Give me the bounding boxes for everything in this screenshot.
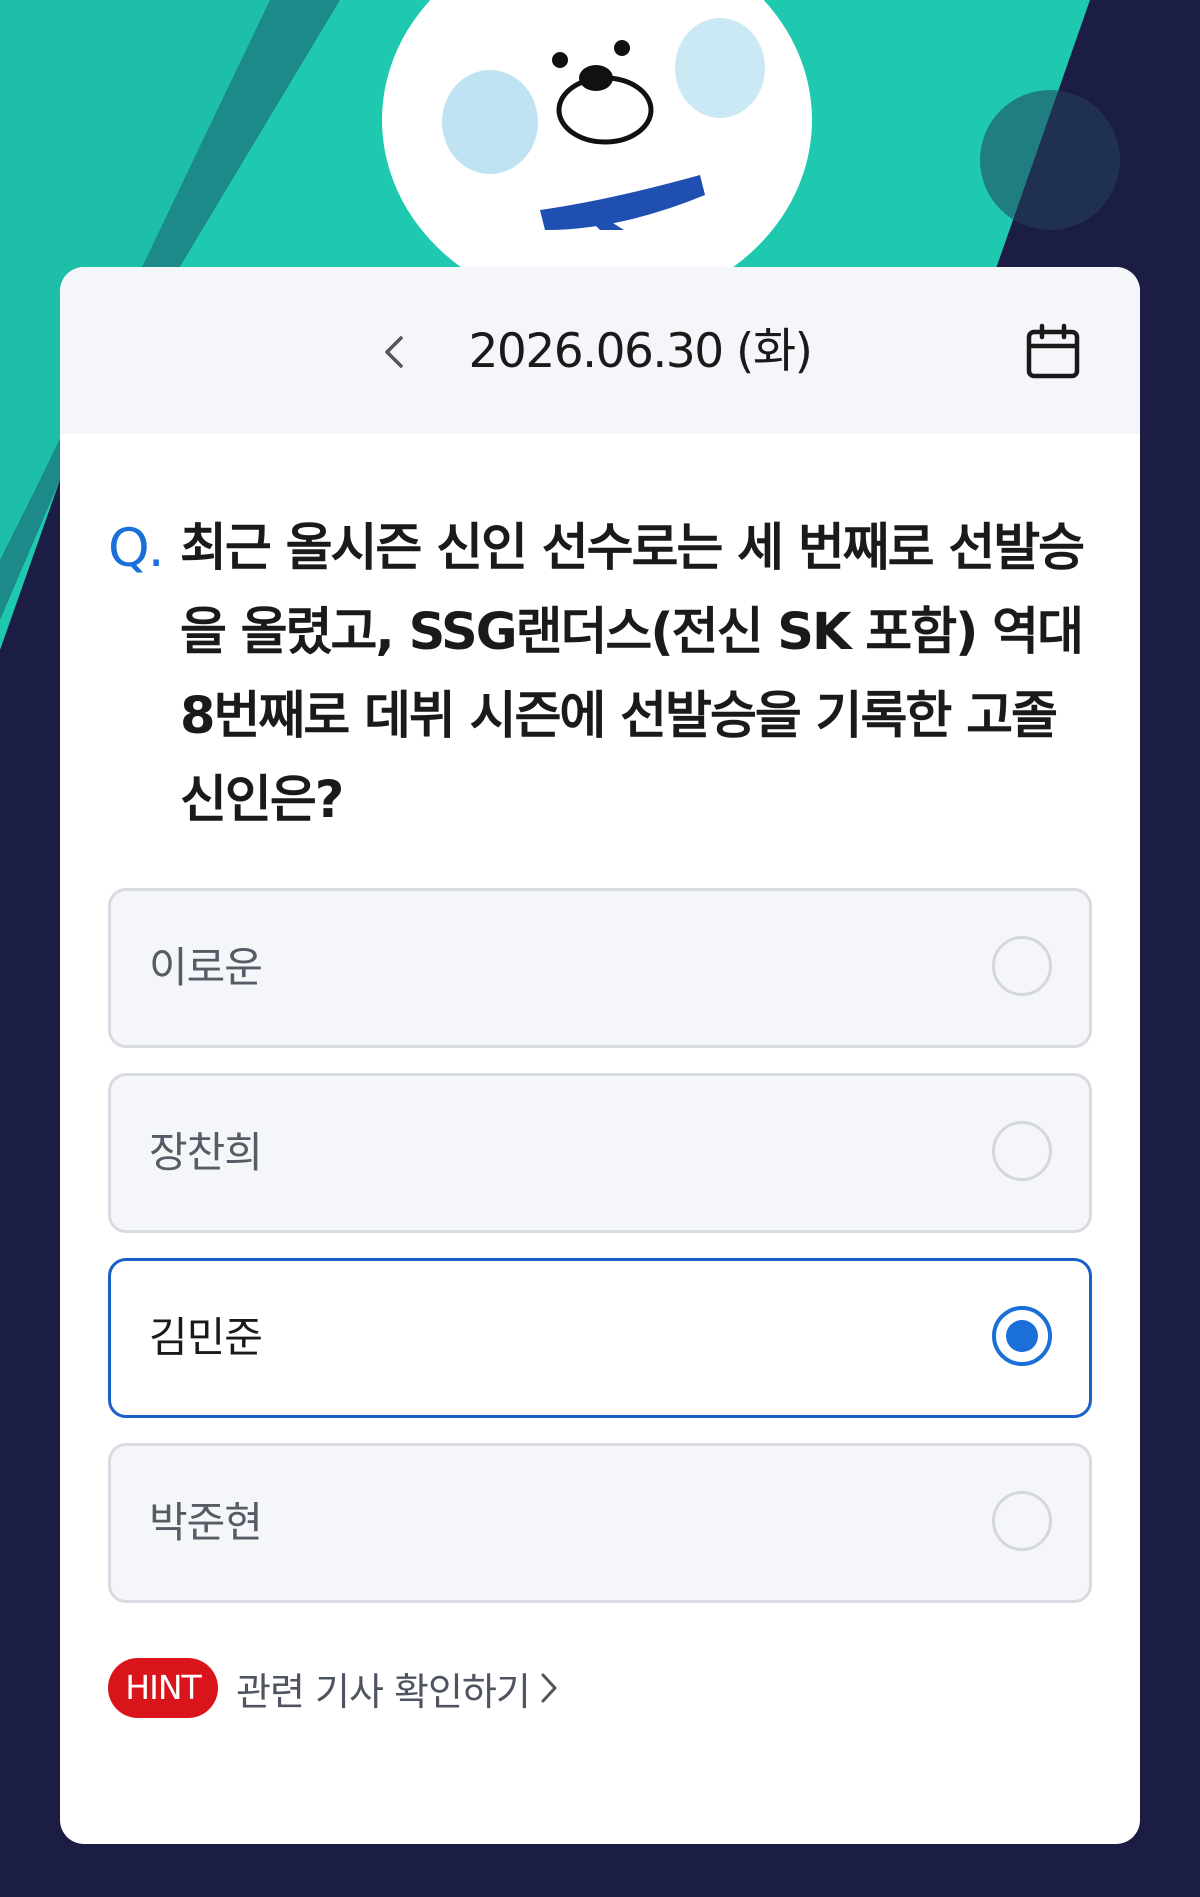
question-mark-label: Q.	[108, 518, 165, 579]
quiz-card: 2026.06.30 (화) Q. 최근 올시즌 신인 선수로는 세 번째로 선…	[60, 267, 1140, 1844]
calendar-icon	[1026, 323, 1080, 379]
question: Q. 최근 올시즌 신인 선수로는 세 번째로 선발승을 올렸고, SSG랜더스…	[108, 507, 1108, 843]
radio-button-selected[interactable]	[992, 1306, 1052, 1366]
answer-option-label: 이로운	[149, 943, 263, 992]
hint-link[interactable]: HINT 관련 기사 확인하기	[108, 1657, 560, 1719]
answer-option-label: 김민준	[149, 1313, 263, 1362]
hint-link-text[interactable]: 관련 기사 확인하기	[236, 1661, 531, 1716]
radio-selected-dot	[1006, 1320, 1038, 1352]
radio-button[interactable]	[992, 1491, 1052, 1551]
answer-option-2[interactable]: 장찬희	[108, 1073, 1092, 1233]
radio-button[interactable]	[992, 936, 1052, 996]
answer-option-label: 장찬희	[149, 1128, 263, 1177]
answer-options: 이로운 장찬희 김민준 박준현	[108, 888, 1092, 1628]
chevron-right-icon	[538, 1670, 560, 1706]
calendar-button[interactable]	[1020, 319, 1086, 385]
previous-date-button[interactable]	[365, 322, 425, 382]
answer-option-3[interactable]: 김민준	[108, 1258, 1092, 1418]
answer-option-4[interactable]: 박준현	[108, 1443, 1092, 1603]
radio-button[interactable]	[992, 1121, 1052, 1181]
chevron-left-icon	[385, 336, 403, 368]
answer-option-1[interactable]: 이로운	[108, 888, 1092, 1048]
current-date: 2026.06.30 (화)	[468, 324, 813, 379]
date-header: 2026.06.30 (화)	[60, 267, 1140, 434]
mascot-illustration: s	[382, 0, 812, 300]
answer-option-label: 박준현	[149, 1498, 263, 1547]
hint-badge: HINT	[108, 1658, 218, 1718]
question-text: 최근 올시즌 신인 선수로는 세 번째로 선발승을 올렸고, SSG랜더스(전신…	[180, 519, 1085, 830]
